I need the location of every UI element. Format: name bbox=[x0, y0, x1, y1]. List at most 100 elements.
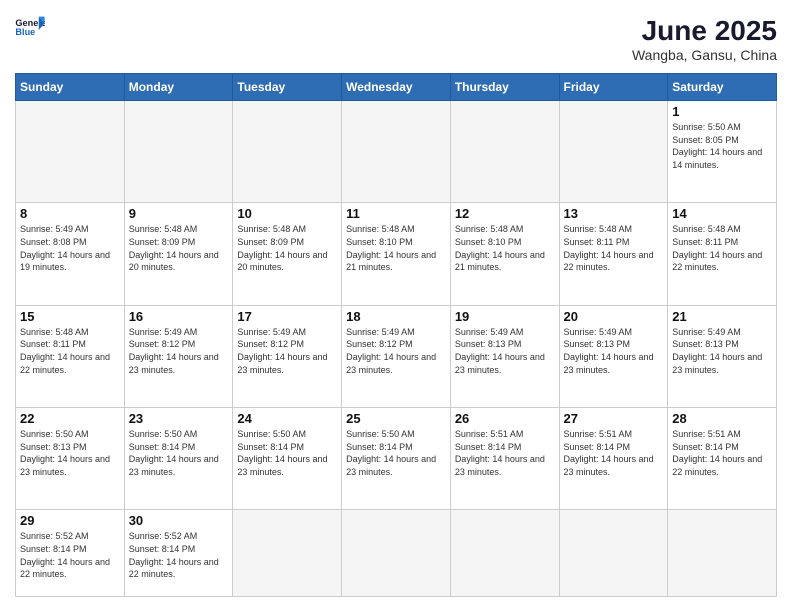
day-number: 20 bbox=[564, 309, 664, 324]
day-info: Sunrise: 5:49 AMSunset: 8:13 PMDaylight:… bbox=[672, 326, 772, 376]
day-info: Sunrise: 5:49 AMSunset: 8:13 PMDaylight:… bbox=[455, 326, 555, 376]
day-info: Sunrise: 5:49 AMSunset: 8:08 PMDaylight:… bbox=[20, 223, 120, 273]
calendar-week-row: 22 Sunrise: 5:50 AMSunset: 8:13 PMDayligh… bbox=[16, 408, 777, 510]
page-header: General Blue June 2025 Wangba, Gansu, Ch… bbox=[15, 15, 777, 63]
logo: General Blue bbox=[15, 15, 45, 40]
day-number: 27 bbox=[564, 411, 664, 426]
calendar-cell: 1 Sunrise: 5:50 AMSunset: 8:05 PMDaylight… bbox=[668, 101, 777, 203]
day-info: Sunrise: 5:51 AMSunset: 8:14 PMDaylight:… bbox=[672, 428, 772, 478]
day-info: Sunrise: 5:49 AMSunset: 8:13 PMDaylight:… bbox=[564, 326, 664, 376]
calendar-cell bbox=[668, 510, 777, 597]
month-title: June 2025 bbox=[632, 15, 777, 47]
day-info: Sunrise: 5:50 AMSunset: 8:14 PMDaylight:… bbox=[129, 428, 229, 478]
day-info: Sunrise: 5:48 AMSunset: 8:10 PMDaylight:… bbox=[346, 223, 446, 273]
calendar-cell: 11 Sunrise: 5:48 AMSunset: 8:10 PMDayligh… bbox=[342, 203, 451, 305]
calendar-cell: 30 Sunrise: 5:52 AMSunset: 8:14 PMDayligh… bbox=[124, 510, 233, 597]
calendar-cell: 17 Sunrise: 5:49 AMSunset: 8:12 PMDayligh… bbox=[233, 305, 342, 407]
day-number: 19 bbox=[455, 309, 555, 324]
day-number: 15 bbox=[20, 309, 120, 324]
day-info: Sunrise: 5:49 AMSunset: 8:12 PMDaylight:… bbox=[129, 326, 229, 376]
day-info: Sunrise: 5:48 AMSunset: 8:10 PMDaylight:… bbox=[455, 223, 555, 273]
day-info: Sunrise: 5:48 AMSunset: 8:11 PMDaylight:… bbox=[672, 223, 772, 273]
header-tuesday: Tuesday bbox=[233, 74, 342, 101]
calendar-cell bbox=[450, 101, 559, 203]
calendar-cell: 23 Sunrise: 5:50 AMSunset: 8:14 PMDayligh… bbox=[124, 408, 233, 510]
day-info: Sunrise: 5:50 AMSunset: 8:14 PMDaylight:… bbox=[346, 428, 446, 478]
svg-text:Blue: Blue bbox=[15, 27, 35, 37]
day-info: Sunrise: 5:51 AMSunset: 8:14 PMDaylight:… bbox=[564, 428, 664, 478]
calendar-cell: 28 Sunrise: 5:51 AMSunset: 8:14 PMDayligh… bbox=[668, 408, 777, 510]
day-number: 25 bbox=[346, 411, 446, 426]
calendar-cell: 9 Sunrise: 5:48 AMSunset: 8:09 PMDaylight… bbox=[124, 203, 233, 305]
calendar-cell: 24 Sunrise: 5:50 AMSunset: 8:14 PMDayligh… bbox=[233, 408, 342, 510]
header-friday: Friday bbox=[559, 74, 668, 101]
day-number: 24 bbox=[237, 411, 337, 426]
calendar-week-row: 8 Sunrise: 5:49 AMSunset: 8:08 PMDaylight… bbox=[16, 203, 777, 305]
calendar-cell: 8 Sunrise: 5:49 AMSunset: 8:08 PMDaylight… bbox=[16, 203, 125, 305]
day-info: Sunrise: 5:52 AMSunset: 8:14 PMDaylight:… bbox=[20, 530, 120, 580]
day-number: 8 bbox=[20, 206, 120, 221]
calendar-cell: 27 Sunrise: 5:51 AMSunset: 8:14 PMDayligh… bbox=[559, 408, 668, 510]
calendar-cell: 22 Sunrise: 5:50 AMSunset: 8:13 PMDayligh… bbox=[16, 408, 125, 510]
day-number: 9 bbox=[129, 206, 229, 221]
calendar-cell bbox=[233, 510, 342, 597]
day-number: 23 bbox=[129, 411, 229, 426]
day-number: 17 bbox=[237, 309, 337, 324]
header-wednesday: Wednesday bbox=[342, 74, 451, 101]
day-info: Sunrise: 5:48 AMSunset: 8:09 PMDaylight:… bbox=[237, 223, 337, 273]
day-info: Sunrise: 5:50 AMSunset: 8:13 PMDaylight:… bbox=[20, 428, 120, 478]
calendar-cell: 20 Sunrise: 5:49 AMSunset: 8:13 PMDayligh… bbox=[559, 305, 668, 407]
day-number: 14 bbox=[672, 206, 772, 221]
day-info: Sunrise: 5:52 AMSunset: 8:14 PMDaylight:… bbox=[129, 530, 229, 580]
day-number: 21 bbox=[672, 309, 772, 324]
calendar-cell bbox=[16, 101, 125, 203]
day-number: 10 bbox=[237, 206, 337, 221]
calendar-cell: 25 Sunrise: 5:50 AMSunset: 8:14 PMDayligh… bbox=[342, 408, 451, 510]
day-number: 12 bbox=[455, 206, 555, 221]
calendar-cell bbox=[233, 101, 342, 203]
day-info: Sunrise: 5:50 AMSunset: 8:14 PMDaylight:… bbox=[237, 428, 337, 478]
calendar-cell: 13 Sunrise: 5:48 AMSunset: 8:11 PMDayligh… bbox=[559, 203, 668, 305]
day-info: Sunrise: 5:48 AMSunset: 8:11 PMDaylight:… bbox=[20, 326, 120, 376]
calendar-table: Sunday Monday Tuesday Wednesday Thursday… bbox=[15, 73, 777, 597]
day-info: Sunrise: 5:49 AMSunset: 8:12 PMDaylight:… bbox=[346, 326, 446, 376]
day-number: 26 bbox=[455, 411, 555, 426]
calendar-cell: 15 Sunrise: 5:48 AMSunset: 8:11 PMDayligh… bbox=[16, 305, 125, 407]
calendar-cell: 12 Sunrise: 5:48 AMSunset: 8:10 PMDayligh… bbox=[450, 203, 559, 305]
day-info: Sunrise: 5:50 AMSunset: 8:05 PMDaylight:… bbox=[672, 121, 772, 171]
header-saturday: Saturday bbox=[668, 74, 777, 101]
header-sunday: Sunday bbox=[16, 74, 125, 101]
day-number: 29 bbox=[20, 513, 120, 528]
calendar-cell bbox=[559, 101, 668, 203]
day-number: 30 bbox=[129, 513, 229, 528]
header-thursday: Thursday bbox=[450, 74, 559, 101]
calendar-cell bbox=[342, 510, 451, 597]
calendar-cell bbox=[342, 101, 451, 203]
page-container: General Blue June 2025 Wangba, Gansu, Ch… bbox=[0, 0, 792, 612]
day-number: 1 bbox=[672, 104, 772, 119]
calendar-cell bbox=[559, 510, 668, 597]
calendar-cell: 21 Sunrise: 5:49 AMSunset: 8:13 PMDayligh… bbox=[668, 305, 777, 407]
day-number: 11 bbox=[346, 206, 446, 221]
day-info: Sunrise: 5:48 AMSunset: 8:09 PMDaylight:… bbox=[129, 223, 229, 273]
day-info: Sunrise: 5:49 AMSunset: 8:12 PMDaylight:… bbox=[237, 326, 337, 376]
calendar-cell: 14 Sunrise: 5:48 AMSunset: 8:11 PMDayligh… bbox=[668, 203, 777, 305]
calendar-cell: 29 Sunrise: 5:52 AMSunset: 8:14 PMDayligh… bbox=[16, 510, 125, 597]
calendar-cell: 19 Sunrise: 5:49 AMSunset: 8:13 PMDayligh… bbox=[450, 305, 559, 407]
calendar-week-row: 1 Sunrise: 5:50 AMSunset: 8:05 PMDaylight… bbox=[16, 101, 777, 203]
calendar-cell: 26 Sunrise: 5:51 AMSunset: 8:14 PMDayligh… bbox=[450, 408, 559, 510]
day-number: 28 bbox=[672, 411, 772, 426]
day-number: 16 bbox=[129, 309, 229, 324]
calendar-week-row: 29 Sunrise: 5:52 AMSunset: 8:14 PMDayligh… bbox=[16, 510, 777, 597]
calendar-cell: 18 Sunrise: 5:49 AMSunset: 8:12 PMDayligh… bbox=[342, 305, 451, 407]
day-number: 18 bbox=[346, 309, 446, 324]
weekday-header-row: Sunday Monday Tuesday Wednesday Thursday… bbox=[16, 74, 777, 101]
title-block: June 2025 Wangba, Gansu, China bbox=[632, 15, 777, 63]
calendar-cell bbox=[124, 101, 233, 203]
calendar-cell: 10 Sunrise: 5:48 AMSunset: 8:09 PMDayligh… bbox=[233, 203, 342, 305]
day-info: Sunrise: 5:51 AMSunset: 8:14 PMDaylight:… bbox=[455, 428, 555, 478]
header-monday: Monday bbox=[124, 74, 233, 101]
day-number: 22 bbox=[20, 411, 120, 426]
day-number: 13 bbox=[564, 206, 664, 221]
day-info: Sunrise: 5:48 AMSunset: 8:11 PMDaylight:… bbox=[564, 223, 664, 273]
